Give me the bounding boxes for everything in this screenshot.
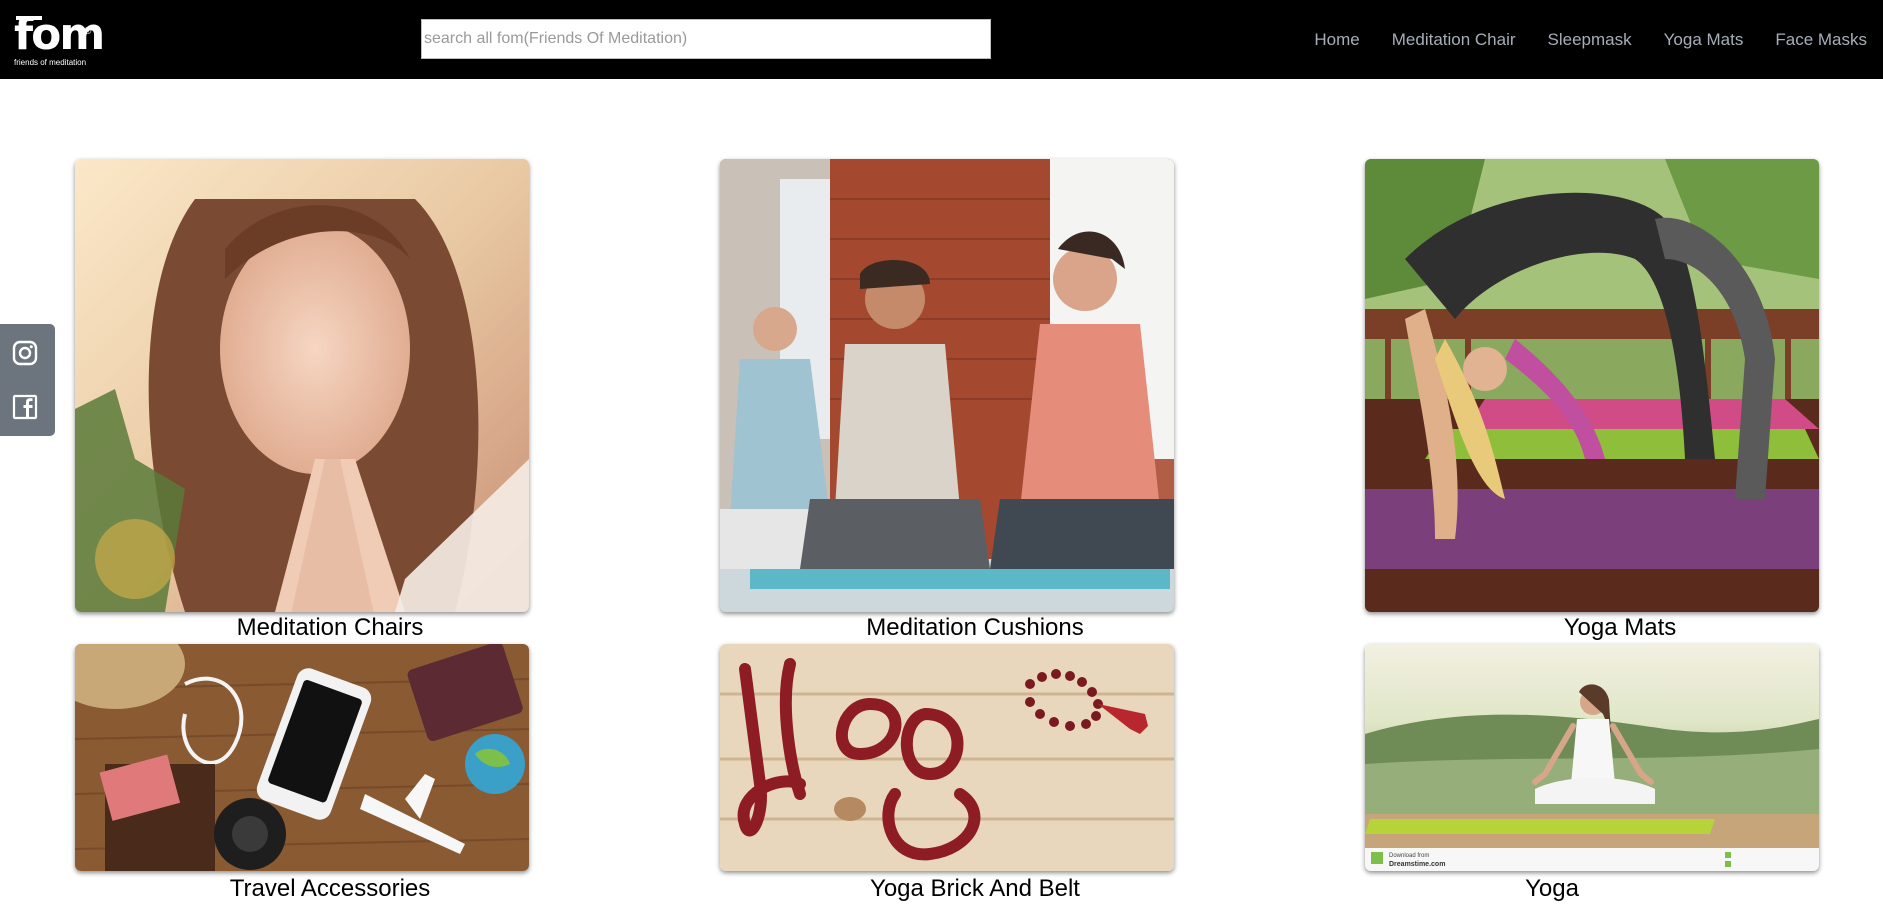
- nav-home[interactable]: Home: [1314, 30, 1359, 50]
- facebook-icon[interactable]: [12, 394, 38, 420]
- category-image-travel-accessories[interactable]: [75, 644, 529, 871]
- category-image-yoga-brick-and-belt[interactable]: [720, 644, 1174, 871]
- category-label[interactable]: Yoga: [1365, 875, 1739, 903]
- category-image-yoga-mats[interactable]: [1365, 159, 1819, 612]
- watermark-line-2: Dreamstime.com: [1389, 861, 1445, 868]
- top-navbar: fom ® friends of meditation Home Meditat…: [0, 0, 1883, 79]
- search-input[interactable]: [421, 19, 991, 59]
- category-label[interactable]: Travel Accessories: [75, 875, 585, 903]
- nav-sleepmask[interactable]: Sleepmask: [1548, 30, 1632, 50]
- category-label[interactable]: Meditation Chairs: [75, 614, 585, 642]
- logo-tagline: friends of meditation: [14, 58, 87, 67]
- nav-meditation-chair[interactable]: Meditation Chair: [1392, 30, 1516, 50]
- category-label[interactable]: Yoga Brick And Belt: [720, 875, 1230, 903]
- category-label[interactable]: Meditation Cushions: [720, 614, 1230, 642]
- social-sidebar: [0, 324, 55, 436]
- fom-logo[interactable]: fom ® friends of meditation: [14, 12, 105, 68]
- category-image-meditation-cushions[interactable]: [720, 159, 1174, 612]
- nav-yoga-mats[interactable]: Yoga Mats: [1664, 30, 1744, 50]
- category-image-meditation-chairs[interactable]: [75, 159, 529, 612]
- logo-registered-mark: ®: [84, 26, 92, 37]
- watermark-line-1: Download from: [1389, 853, 1429, 859]
- category-image-yoga[interactable]: Download from Dreamstime.com: [1365, 644, 1819, 871]
- category-label[interactable]: Yoga Mats: [1365, 614, 1875, 642]
- nav-face-masks[interactable]: Face Masks: [1775, 30, 1867, 50]
- instagram-icon[interactable]: [12, 340, 38, 366]
- main-nav: Home Meditation Chair Sleepmask Yoga Mat…: [1282, 0, 1867, 79]
